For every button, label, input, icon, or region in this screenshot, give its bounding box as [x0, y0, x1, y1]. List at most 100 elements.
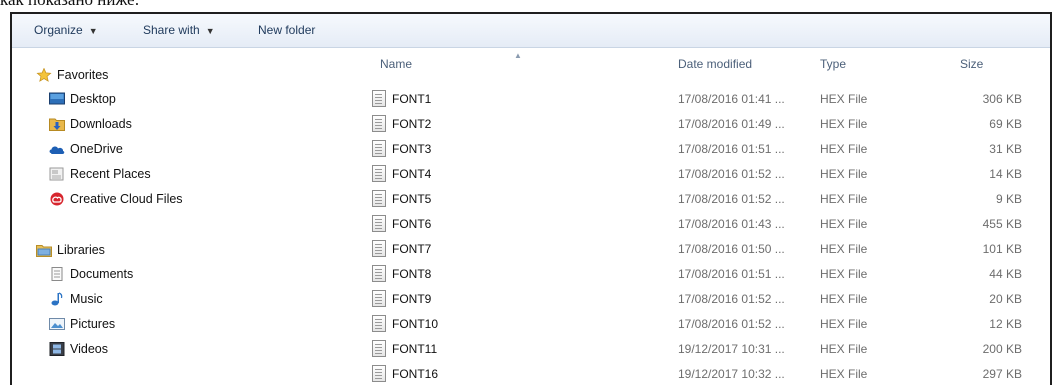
file-size: 306 KB [982, 92, 1022, 106]
desktop-icon [49, 92, 65, 105]
nav-favorites-label: Favorites [57, 68, 109, 82]
file-date: 17/08/2016 01:50 ... [678, 242, 785, 256]
file-type: HEX File [820, 167, 868, 181]
file-type: HEX File [820, 267, 868, 281]
file-row[interactable]: FONT11 19/12/2017 10:31 ... HEX File 200… [352, 337, 1050, 362]
file-date: 17/08/2016 01:43 ... [678, 217, 785, 231]
file-icon [372, 265, 386, 282]
column-header-label: Date modified [678, 57, 753, 71]
file-name: FONT7 [392, 242, 432, 256]
file-date: 17/08/2016 01:52 ... [678, 292, 785, 306]
file-type: HEX File [820, 142, 868, 156]
file-row[interactable]: FONT7 17/08/2016 01:50 ... HEX File 101 … [352, 237, 1050, 262]
file-type: HEX File [820, 367, 868, 381]
file-row[interactable]: FONT1 17/08/2016 01:41 ... HEX File 306 … [352, 87, 1050, 112]
recent-places-icon [49, 167, 64, 181]
onedrive-icon [49, 146, 65, 154]
star-icon [36, 68, 52, 82]
file-size: 200 KB [982, 342, 1022, 356]
file-date: 19/12/2017 10:31 ... [678, 342, 785, 356]
file-size: 297 KB [982, 367, 1022, 381]
file-date: 19/12/2017 10:32 ... [678, 367, 785, 381]
nav-item-label: Documents [70, 267, 134, 281]
file-type: HEX File [820, 192, 868, 206]
file-icon [372, 140, 386, 157]
file-name: FONT5 [392, 192, 432, 206]
file-date: 17/08/2016 01:51 ... [678, 267, 785, 281]
file-size: 44 KB [989, 267, 1022, 281]
file-type: HEX File [820, 342, 868, 356]
downloads-icon [49, 118, 65, 131]
file-type: HEX File [820, 92, 868, 106]
file-row[interactable]: FONT5 17/08/2016 01:52 ... HEX File 9 KB [352, 187, 1050, 212]
file-date: 17/08/2016 01:52 ... [678, 317, 785, 331]
column-header-date[interactable]: Date modified [678, 57, 752, 71]
sort-ascending-icon: ▲ [514, 51, 522, 60]
chevron-down-icon: ▼ [88, 26, 98, 36]
organize-label: Organize [34, 23, 83, 37]
file-row[interactable]: FONT4 17/08/2016 01:52 ... HEX File 14 K… [352, 162, 1050, 187]
file-icon [372, 365, 386, 382]
nav-item-label: Videos [70, 342, 108, 356]
file-icon [372, 340, 386, 357]
file-size: 20 KB [989, 292, 1022, 306]
file-date: 17/08/2016 01:49 ... [678, 117, 785, 131]
column-header-name[interactable]: Name [380, 57, 412, 71]
file-icon [372, 115, 386, 132]
file-row[interactable]: FONT6 17/08/2016 01:43 ... HEX File 455 … [352, 212, 1050, 237]
nav-item-label: Downloads [70, 117, 132, 131]
column-header-label: Size [960, 57, 984, 71]
share-with-button[interactable]: Share with ▼ [143, 23, 215, 37]
file-icon [372, 290, 386, 307]
file-name: FONT4 [392, 167, 432, 181]
file-date: 17/08/2016 01:41 ... [678, 92, 785, 106]
file-name: FONT16 [392, 367, 439, 381]
file-list: Name ▲ Date modified Type Size FONT1 17/… [352, 48, 1050, 385]
file-row[interactable]: FONT3 17/08/2016 01:51 ... HEX File 31 K… [352, 137, 1050, 162]
creative-cloud-icon [50, 192, 64, 206]
nav-item-label: OneDrive [70, 142, 123, 156]
command-bar: Organize ▼ Share with ▼ New folder [12, 14, 1050, 48]
file-row[interactable]: FONT16 19/12/2017 10:32 ... HEX File 297… [352, 362, 1050, 385]
file-name: FONT1 [392, 92, 432, 106]
file-icon [372, 240, 386, 257]
column-header-type[interactable]: Type [820, 57, 846, 71]
file-name: FONT6 [392, 217, 432, 231]
column-header-label: Type [820, 57, 847, 71]
organize-button[interactable]: Organize ▼ [34, 23, 98, 37]
documents-icon [51, 267, 63, 281]
file-type: HEX File [820, 317, 868, 331]
nav-item-label: Pictures [70, 317, 116, 331]
file-row[interactable]: FONT10 17/08/2016 01:52 ... HEX File 12 … [352, 312, 1050, 337]
file-size: 14 KB [989, 167, 1022, 181]
navigation-pane: Favorites Desktop Downloads OneDrive Rec… [12, 48, 350, 385]
file-row[interactable]: FONT2 17/08/2016 01:49 ... HEX File 69 K… [352, 112, 1050, 137]
file-name: FONT10 [392, 317, 439, 331]
file-icon [372, 165, 386, 182]
file-date: 17/08/2016 01:51 ... [678, 142, 785, 156]
file-date: 17/08/2016 01:52 ... [678, 167, 785, 181]
file-icon [372, 215, 386, 232]
file-icon [372, 315, 386, 332]
share-with-label: Share with [143, 23, 200, 37]
videos-icon [49, 342, 65, 356]
file-icon [372, 90, 386, 107]
column-header-size[interactable]: Size [960, 57, 983, 71]
new-folder-button[interactable]: New folder [258, 23, 315, 37]
libraries-icon [36, 245, 52, 257]
file-row[interactable]: FONT9 17/08/2016 01:52 ... HEX File 20 K… [352, 287, 1050, 312]
nav-item-label: Desktop [70, 92, 116, 106]
file-size: 31 KB [989, 142, 1022, 156]
caption-text: как показано ниже: [0, 0, 139, 9]
file-name: FONT2 [392, 117, 432, 131]
file-type: HEX File [820, 292, 868, 306]
nav-item-label: Music [70, 292, 103, 306]
new-folder-label: New folder [258, 23, 316, 37]
nav-item-label: Creative Cloud Files [70, 192, 183, 206]
file-size: 12 KB [989, 317, 1022, 331]
file-name: FONT3 [392, 142, 432, 156]
file-size: 9 KB [995, 192, 1022, 206]
chevron-down-icon: ▼ [205, 26, 215, 36]
file-row[interactable]: FONT8 17/08/2016 01:51 ... HEX File 44 K… [352, 262, 1050, 287]
file-name: FONT11 [392, 342, 438, 356]
